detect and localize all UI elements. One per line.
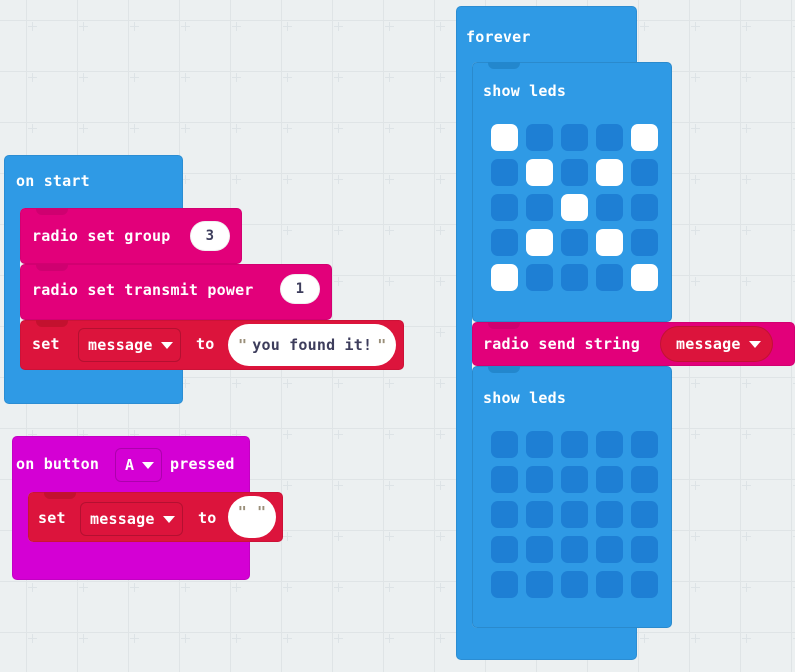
led-cell-r2-c3[interactable] [596, 501, 623, 528]
led-cell-r4-c1[interactable] [526, 264, 553, 291]
led-cell-r3-c0[interactable] [491, 536, 518, 563]
led-cell-r2-c0[interactable] [491, 501, 518, 528]
led-cell-r4-c2[interactable] [561, 264, 588, 291]
led-cell-r0-c1[interactable] [526, 431, 553, 458]
led-cell-r0-c4[interactable] [631, 124, 658, 151]
led-cell-r1-c3[interactable] [596, 466, 623, 493]
led-matrix-x[interactable] [491, 124, 658, 291]
led-cell-r4-c0[interactable] [491, 571, 518, 598]
led-cell-r1-c4[interactable] [631, 466, 658, 493]
led-cell-r2-c2[interactable] [561, 194, 588, 221]
led-cell-r2-c1[interactable] [526, 501, 553, 528]
led-cell-r1-c1[interactable] [526, 159, 553, 186]
led-cell-r3-c1[interactable] [526, 229, 553, 256]
led-cell-r4-c0[interactable] [491, 264, 518, 291]
led-cell-r1-c3[interactable] [596, 159, 623, 186]
led-cell-r1-c1[interactable] [526, 466, 553, 493]
led-cell-r4-c3[interactable] [596, 264, 623, 291]
led-matrix-blank[interactable] [491, 431, 658, 598]
radio-send-string-label: radio send string [483, 335, 640, 353]
led-cell-r0-c0[interactable] [491, 431, 518, 458]
led-cell-r3-c0[interactable] [491, 229, 518, 256]
chevron-down-icon [748, 340, 761, 348]
led-cell-r1-c0[interactable] [491, 159, 518, 186]
led-cell-r0-c0[interactable] [491, 124, 518, 151]
led-cell-r4-c3[interactable] [596, 571, 623, 598]
led-cell-r4-c2[interactable] [561, 571, 588, 598]
led-cell-r1-c2[interactable] [561, 466, 588, 493]
led-cell-r3-c3[interactable] [596, 536, 623, 563]
show-leds-x-notch [488, 62, 520, 69]
led-cell-r3-c3[interactable] [596, 229, 623, 256]
led-cell-r0-c2[interactable] [561, 124, 588, 151]
led-cell-r0-c1[interactable] [526, 124, 553, 151]
led-cell-r4-c1[interactable] [526, 571, 553, 598]
led-cell-r2-c1[interactable] [526, 194, 553, 221]
led-cell-r2-c0[interactable] [491, 194, 518, 221]
show-leds-blank-label: show leds [483, 389, 567, 407]
variable-dropdown-message-3[interactable]: message [660, 326, 773, 362]
led-cell-r2-c4[interactable] [631, 194, 658, 221]
radio-send-string-notch [488, 322, 520, 329]
led-cell-r4-c4[interactable] [631, 264, 658, 291]
forever-label: forever [466, 28, 531, 46]
script-forever[interactable]: forever show leds radio send string mess… [0, 0, 795, 672]
led-cell-r1-c0[interactable] [491, 466, 518, 493]
led-cell-r0-c4[interactable] [631, 431, 658, 458]
variable-dropdown-label-3: message [676, 334, 741, 353]
led-cell-r3-c4[interactable] [631, 536, 658, 563]
led-cell-r1-c2[interactable] [561, 159, 588, 186]
led-cell-r2-c3[interactable] [596, 194, 623, 221]
led-cell-r3-c2[interactable] [561, 536, 588, 563]
show-leds-x-label: show leds [483, 82, 567, 100]
led-cell-r3-c2[interactable] [561, 229, 588, 256]
led-cell-r0-c2[interactable] [561, 431, 588, 458]
led-cell-r0-c3[interactable] [596, 431, 623, 458]
led-cell-r1-c4[interactable] [631, 159, 658, 186]
blocks-workspace[interactable]: on start radio set group 3 radio set tra… [0, 0, 795, 672]
led-cell-r2-c4[interactable] [631, 501, 658, 528]
led-cell-r3-c1[interactable] [526, 536, 553, 563]
led-cell-r0-c3[interactable] [596, 124, 623, 151]
led-cell-r3-c4[interactable] [631, 229, 658, 256]
led-cell-r2-c2[interactable] [561, 501, 588, 528]
led-cell-r4-c4[interactable] [631, 571, 658, 598]
show-leds-blank-notch [488, 366, 520, 373]
